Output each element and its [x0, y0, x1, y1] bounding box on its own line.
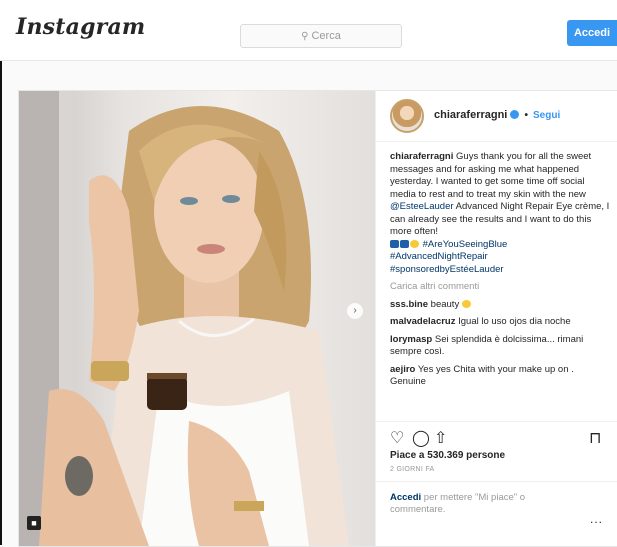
mention-link[interactable]: @EsteeLauder [390, 201, 454, 212]
photo-illustration [19, 91, 349, 546]
comment-author[interactable]: lorymasp [390, 334, 432, 345]
search-input[interactable]: ⚲ Cerca [240, 24, 402, 48]
post-photo[interactable]: › ■ [19, 91, 375, 546]
heart-icon[interactable]: ♡ [390, 428, 404, 448]
comment-author[interactable]: sss.bine [390, 299, 428, 310]
instagram-logo[interactable]: Instagram [16, 14, 145, 40]
top-navigation: Instagram ⚲ Cerca Accedi [0, 0, 617, 61]
hashtag-link[interactable]: #AreYouSeeingBlue [423, 239, 508, 250]
load-more-comments[interactable]: Carica altri commenti [390, 281, 612, 294]
blue-heart-emoji-icon [400, 239, 409, 248]
comments-list: chiaraferragni Guys thank you for all th… [390, 151, 612, 394]
comment-text: Igual lo uso ojos dia noche [458, 316, 571, 327]
likes-count[interactable]: Piace a 530.369 persone [390, 450, 505, 461]
username-link[interactable]: chiaraferragni [434, 109, 507, 121]
post-timestamp: 2 GIORNI FA [390, 466, 435, 473]
comment-author[interactable]: aejiro [390, 364, 415, 375]
post-sidebar: chiaraferragni • Segui chiaraferragni Gu… [375, 91, 617, 546]
comment-text: beauty [430, 298, 460, 310]
comment-text: Yes yes Chita with your make up on . Gen… [390, 363, 574, 388]
post-caption: chiaraferragni Guys thank you for all th… [390, 151, 612, 276]
comment: aejiro Yes yes Chita with your make up o… [390, 364, 612, 389]
comment: malvadelacruz Igual lo uso ojos dia noch… [390, 316, 612, 329]
more-options-icon[interactable]: ... [590, 512, 603, 526]
hashtag-link[interactable]: #sponsoredbyEstéeLauder [390, 264, 504, 275]
search-placeholder: Cerca [311, 30, 341, 42]
post-actions: ♡ ◯ ⇧ ⊓ Piace a 530.369 persone 2 GIORNI… [376, 421, 617, 482]
login-prompt: Accedi per mettere "Mi piace" o commenta… [376, 481, 617, 547]
comment-icon[interactable]: ◯ [412, 428, 430, 448]
page-edge [0, 0, 2, 545]
smile-emoji-icon [410, 239, 419, 248]
comment: sss.bine beauty [390, 299, 612, 312]
verified-badge-icon [510, 110, 520, 119]
avatar[interactable] [390, 99, 424, 133]
smile-emoji-icon [461, 299, 471, 308]
blue-heart-emoji-icon [390, 239, 399, 248]
comment-author[interactable]: malvadelacruz [390, 316, 455, 327]
login-prompt-text: Accedi per mettere "Mi piace" o commenta… [390, 492, 570, 516]
login-button[interactable]: Accedi [567, 20, 617, 46]
hashtag-link[interactable]: #AdvancedNightRepair [390, 251, 488, 262]
login-link[interactable]: Accedi [390, 492, 421, 503]
search-icon: ⚲ [301, 31, 309, 42]
comment: lorymasp Sei splendida è dolcissima... r… [390, 334, 612, 359]
follow-button[interactable]: Segui [533, 110, 560, 121]
post-header: chiaraferragni • Segui [376, 91, 617, 142]
tagged-users-icon[interactable]: ■ [27, 516, 41, 530]
caption-author[interactable]: chiaraferragni [390, 151, 453, 162]
share-icon[interactable]: ⇧ [434, 428, 447, 448]
bookmark-icon[interactable]: ⊓ [589, 428, 601, 448]
separator-dot: • [524, 110, 528, 121]
next-photo-icon[interactable]: › [347, 303, 363, 319]
post-author: chiaraferragni • Segui [434, 109, 560, 121]
post-card: › ■ chiaraferragni • Segui chiaraferragn… [18, 90, 617, 547]
